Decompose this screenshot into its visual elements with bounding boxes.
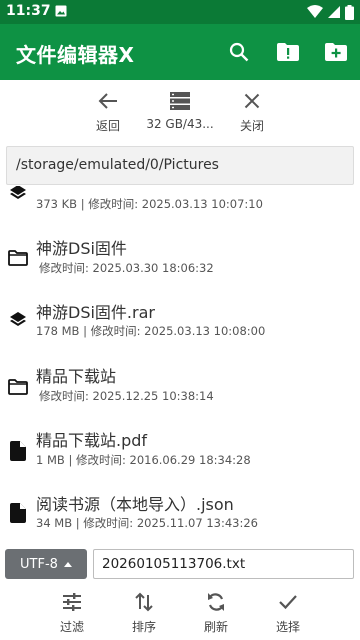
wifi-icon	[307, 5, 323, 18]
file-meta: 373 KB | 修改时间: 2025.03.13 10:07:10	[36, 197, 263, 211]
file-meta: 34 MB | 修改时间: 2025.11.07 13:43:26	[36, 516, 258, 530]
file-list-item[interactable]: 神游DSi固件 修改时间: 2025.03.30 18:06:32	[0, 228, 360, 292]
encoding-label: UTF-8	[20, 556, 58, 572]
back-label: 返回	[95, 119, 120, 133]
folder-icon	[8, 248, 28, 268]
layers-icon	[8, 186, 28, 203]
filter-button[interactable]: 过滤	[42, 591, 102, 635]
file-name: 精品下载站.pdf	[36, 431, 148, 450]
encoding-dropdown[interactable]: UTF-8	[5, 549, 87, 579]
file-meta: 178 MB | 修改时间: 2025.03.13 10:08:00	[36, 324, 266, 338]
save-row: UTF-8	[0, 549, 360, 581]
check-icon	[279, 595, 297, 610]
filter-label: 过滤	[59, 620, 84, 634]
refresh-label: 刷新	[203, 620, 228, 634]
sort-button[interactable]: 排序	[114, 591, 174, 635]
file-list-item[interactable]: 精品下载站 修改时间: 2025.12.25 10:38:14	[0, 356, 360, 420]
file-list-item[interactable]: 精品下载站.pdf 1 MB | 修改时间: 2016.06.29 18:34:…	[0, 420, 360, 484]
file-icon	[8, 503, 28, 523]
file-meta: 修改时间: 2025.03.30 18:06:32	[39, 261, 214, 275]
close-icon	[244, 93, 260, 109]
back-button[interactable]: 返回	[68, 90, 148, 134]
sort-label: 排序	[131, 620, 156, 634]
sort-icon	[135, 592, 153, 612]
app-bar: 文件编辑器X	[0, 24, 360, 80]
path-text: /storage/emulated/0/Pictures	[16, 157, 219, 173]
system-icons	[307, 4, 354, 20]
arrow-left-icon	[98, 93, 117, 109]
close-label: 关闭	[239, 119, 264, 133]
image-notification-icon	[55, 5, 67, 17]
file-name: 神游DSi固件.rar	[36, 303, 155, 322]
folder-alert-button[interactable]	[276, 40, 300, 64]
new-folder-button[interactable]	[324, 40, 348, 64]
signal-icon	[328, 6, 340, 18]
status-bar: 11:37	[0, 0, 360, 24]
storage-icon	[170, 92, 190, 110]
file-list-item[interactable]: 阅读书源（本地导入）.json 34 MB | 修改时间: 2025.11.07…	[0, 484, 360, 548]
close-button[interactable]: 关闭	[212, 90, 292, 134]
bottom-toolbar: 过滤 排序 刷新 选择	[0, 587, 360, 640]
file-meta: 1 MB | 修改时间: 2016.06.29 18:34:28	[36, 453, 251, 467]
file-icon	[8, 441, 28, 461]
file-name: 阅读书源（本地导入）.json	[36, 495, 234, 514]
path-bar[interactable]: /storage/emulated/0/Pictures	[6, 146, 354, 185]
filter-icon	[63, 593, 81, 611]
storage-button[interactable]: 32 GB/43...	[140, 90, 220, 131]
file-list-item[interactable]: 神游DSi固件.rar 178 MB | 修改时间: 2025.03.13 10…	[0, 292, 360, 356]
new-folder-icon	[325, 43, 347, 61]
select-button[interactable]: 选择	[258, 591, 318, 635]
status-time: 11:37	[6, 3, 51, 19]
battery-icon	[345, 4, 354, 20]
app-title: 文件编辑器X	[16, 43, 135, 67]
folder-icon	[8, 377, 28, 397]
navigation-row: 返回 32 GB/43... 关闭	[0, 80, 360, 142]
search-button[interactable]	[227, 40, 251, 64]
filename-input[interactable]	[93, 549, 354, 579]
file-list[interactable]: 373 KB | 修改时间: 2025.03.13 10:07:10 神游DSi…	[0, 186, 360, 548]
file-name: 精品下载站	[36, 367, 117, 386]
alert-folder-icon	[277, 43, 299, 61]
storage-label: 32 GB/43...	[146, 117, 214, 131]
refresh-button[interactable]: 刷新	[186, 591, 246, 635]
select-label: 选择	[275, 620, 300, 634]
caret-up-icon	[63, 561, 72, 567]
refresh-icon	[208, 593, 224, 611]
file-name: 神游DSi固件	[36, 239, 127, 258]
file-meta: 修改时间: 2025.12.25 10:38:14	[39, 389, 214, 403]
layers-icon	[8, 310, 28, 330]
search-icon	[229, 42, 249, 62]
